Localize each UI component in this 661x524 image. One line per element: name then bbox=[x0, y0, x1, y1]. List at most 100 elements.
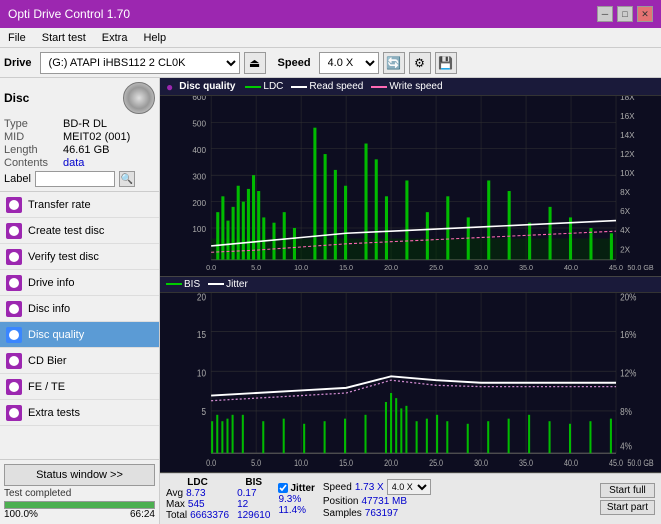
eject-button[interactable]: ⏏ bbox=[244, 52, 266, 74]
stats-position-label: Position bbox=[323, 496, 359, 507]
nav-label-create-test-disc: Create test disc bbox=[28, 225, 104, 237]
nav-extra-tests[interactable]: Extra tests bbox=[0, 400, 159, 426]
progress-bar bbox=[4, 501, 155, 509]
svg-text:25.0: 25.0 bbox=[429, 263, 443, 272]
stats-bis-max-row: 12 bbox=[237, 499, 270, 510]
stats-ldc-max-row: Max 545 bbox=[166, 499, 229, 510]
speed-select[interactable]: 4.0 X bbox=[319, 52, 379, 74]
svg-text:200: 200 bbox=[192, 198, 206, 208]
nav-verify-test-disc[interactable]: Verify test disc bbox=[0, 244, 159, 270]
svg-text:0.0: 0.0 bbox=[206, 263, 216, 272]
legend-write-label: Write speed bbox=[389, 81, 442, 92]
nav-fe-te[interactable]: FE / TE bbox=[0, 374, 159, 400]
start-full-button[interactable]: Start full bbox=[600, 483, 655, 498]
svg-text:300: 300 bbox=[192, 171, 206, 181]
chart-legend-bottom: BIS Jitter bbox=[166, 279, 248, 290]
nav-label-disc-quality: Disc quality bbox=[28, 329, 84, 341]
window-controls: ─ □ ✕ bbox=[597, 6, 653, 22]
stats-jitter-check-row: Jitter bbox=[278, 483, 314, 494]
stats-max-label: Max bbox=[166, 499, 185, 510]
stats-samples-label: Samples bbox=[323, 508, 362, 519]
speed-label: Speed bbox=[278, 57, 311, 69]
stats-samples-value: 763197 bbox=[365, 508, 398, 519]
title-bar: Opti Drive Control 1.70 ─ □ ✕ bbox=[0, 0, 661, 28]
svg-text:10.0: 10.0 bbox=[294, 263, 308, 272]
jitter-checkbox[interactable] bbox=[278, 483, 288, 493]
start-part-button[interactable]: Start part bbox=[600, 500, 655, 515]
stats-ldc-avg-row: Avg 8.73 bbox=[166, 488, 229, 499]
disc-type-value: BD-R DL bbox=[63, 118, 107, 130]
nav-icon-cd-bier bbox=[6, 353, 22, 369]
menu-file[interactable]: File bbox=[4, 31, 30, 45]
refresh-button[interactable]: 🔄 bbox=[383, 52, 405, 74]
menu-extra[interactable]: Extra bbox=[98, 31, 132, 45]
chart-title: Disc quality bbox=[179, 81, 235, 92]
nav-icon-create-test-disc bbox=[6, 223, 22, 239]
svg-text:5.0: 5.0 bbox=[251, 458, 261, 468]
disc-panel: Disc Type BD-R DL MID MEIT02 (001) Lengt… bbox=[0, 78, 159, 192]
nav-drive-info[interactable]: Drive info bbox=[0, 270, 159, 296]
minimize-button[interactable]: ─ bbox=[597, 6, 613, 22]
stats-jitter-label: Jitter bbox=[290, 483, 314, 494]
legend-bis-color bbox=[166, 283, 182, 285]
stats-total-label: Total bbox=[166, 510, 187, 521]
stats-avg-label: Avg bbox=[166, 488, 183, 499]
stats-bis-total: 129610 bbox=[237, 510, 270, 521]
menu-start-test[interactable]: Start test bbox=[38, 31, 90, 45]
svg-text:30.0: 30.0 bbox=[474, 263, 488, 272]
svg-text:40.0: 40.0 bbox=[564, 263, 578, 272]
svg-text:2X: 2X bbox=[620, 244, 630, 254]
drive-select[interactable]: (G:) ATAPI iHBS112 2 CL0K bbox=[40, 52, 240, 74]
stats-bar: LDC Avg 8.73 Max 545 Total 6663376 BIS bbox=[160, 473, 661, 524]
svg-text:5: 5 bbox=[201, 405, 206, 416]
stats-position-row: Position 47731 MB bbox=[323, 496, 431, 507]
disc-contents-key: Contents bbox=[4, 157, 59, 169]
stats-jitter-avg: 9.3% bbox=[278, 494, 301, 505]
nav-transfer-rate[interactable]: Transfer rate bbox=[0, 192, 159, 218]
disc-mid-value: MEIT02 (001) bbox=[63, 131, 130, 143]
svg-text:35.0: 35.0 bbox=[519, 458, 533, 468]
svg-text:16X: 16X bbox=[620, 111, 635, 121]
maximize-button[interactable]: □ bbox=[617, 6, 633, 22]
disc-icon bbox=[123, 82, 155, 114]
toolbar: Drive (G:) ATAPI iHBS112 2 CL0K ⏏ Speed … bbox=[0, 48, 661, 78]
svg-text:600: 600 bbox=[192, 96, 206, 102]
status-window-button[interactable]: Status window >> bbox=[4, 464, 155, 486]
svg-text:20: 20 bbox=[197, 293, 206, 303]
stats-ldc-total: 6663376 bbox=[190, 510, 229, 521]
legend-read-label: Read speed bbox=[309, 81, 363, 92]
save-button[interactable]: 💾 bbox=[435, 52, 457, 74]
svg-text:12X: 12X bbox=[620, 149, 635, 159]
nav-label-cd-bier: CD Bier bbox=[28, 355, 67, 367]
legend-ldc-label: LDC bbox=[263, 81, 283, 92]
disc-label-input[interactable] bbox=[35, 171, 115, 187]
stats-buttons: Start full Start part bbox=[600, 483, 655, 515]
nav-icon-drive-info bbox=[6, 275, 22, 291]
main-content: Disc Type BD-R DL MID MEIT02 (001) Lengt… bbox=[0, 78, 661, 524]
legend-bis-label: BIS bbox=[184, 279, 200, 290]
chart-legend-top: LDC Read speed Write speed bbox=[245, 81, 442, 92]
nav-label-drive-info: Drive info bbox=[28, 277, 74, 289]
stats-bis-avg-row: 0.17 bbox=[237, 488, 270, 499]
nav-create-test-disc[interactable]: Create test disc bbox=[0, 218, 159, 244]
svg-text:35.0: 35.0 bbox=[519, 263, 533, 272]
speed-dropdown[interactable]: 4.0 X bbox=[387, 479, 431, 495]
nav-disc-info[interactable]: Disc info bbox=[0, 296, 159, 322]
stats-ldc-max: 545 bbox=[188, 499, 205, 510]
svg-text:8%: 8% bbox=[620, 405, 632, 416]
nav-disc-quality[interactable]: Disc quality bbox=[0, 322, 159, 348]
nav-cd-bier[interactable]: CD Bier bbox=[0, 348, 159, 374]
legend-read-speed: Read speed bbox=[291, 81, 363, 92]
disc-label-icon-button[interactable]: 🔍 bbox=[119, 171, 135, 187]
stats-samples-row: Samples 763197 bbox=[323, 508, 431, 519]
top-chart: 600 500 400 300 200 100 18X 16X 14X 12X … bbox=[160, 96, 661, 277]
stats-ldc-avg: 8.73 bbox=[186, 488, 205, 499]
stats-jitter-max: 11.4% bbox=[278, 505, 306, 516]
nav-icon-verify-test-disc bbox=[6, 249, 22, 265]
menu-help[interactable]: Help bbox=[139, 31, 170, 45]
settings-button[interactable]: ⚙ bbox=[409, 52, 431, 74]
nav-label-extra-tests: Extra tests bbox=[28, 407, 80, 419]
svg-text:15: 15 bbox=[197, 329, 206, 340]
nav-label-disc-info: Disc info bbox=[28, 303, 70, 315]
close-button[interactable]: ✕ bbox=[637, 6, 653, 22]
